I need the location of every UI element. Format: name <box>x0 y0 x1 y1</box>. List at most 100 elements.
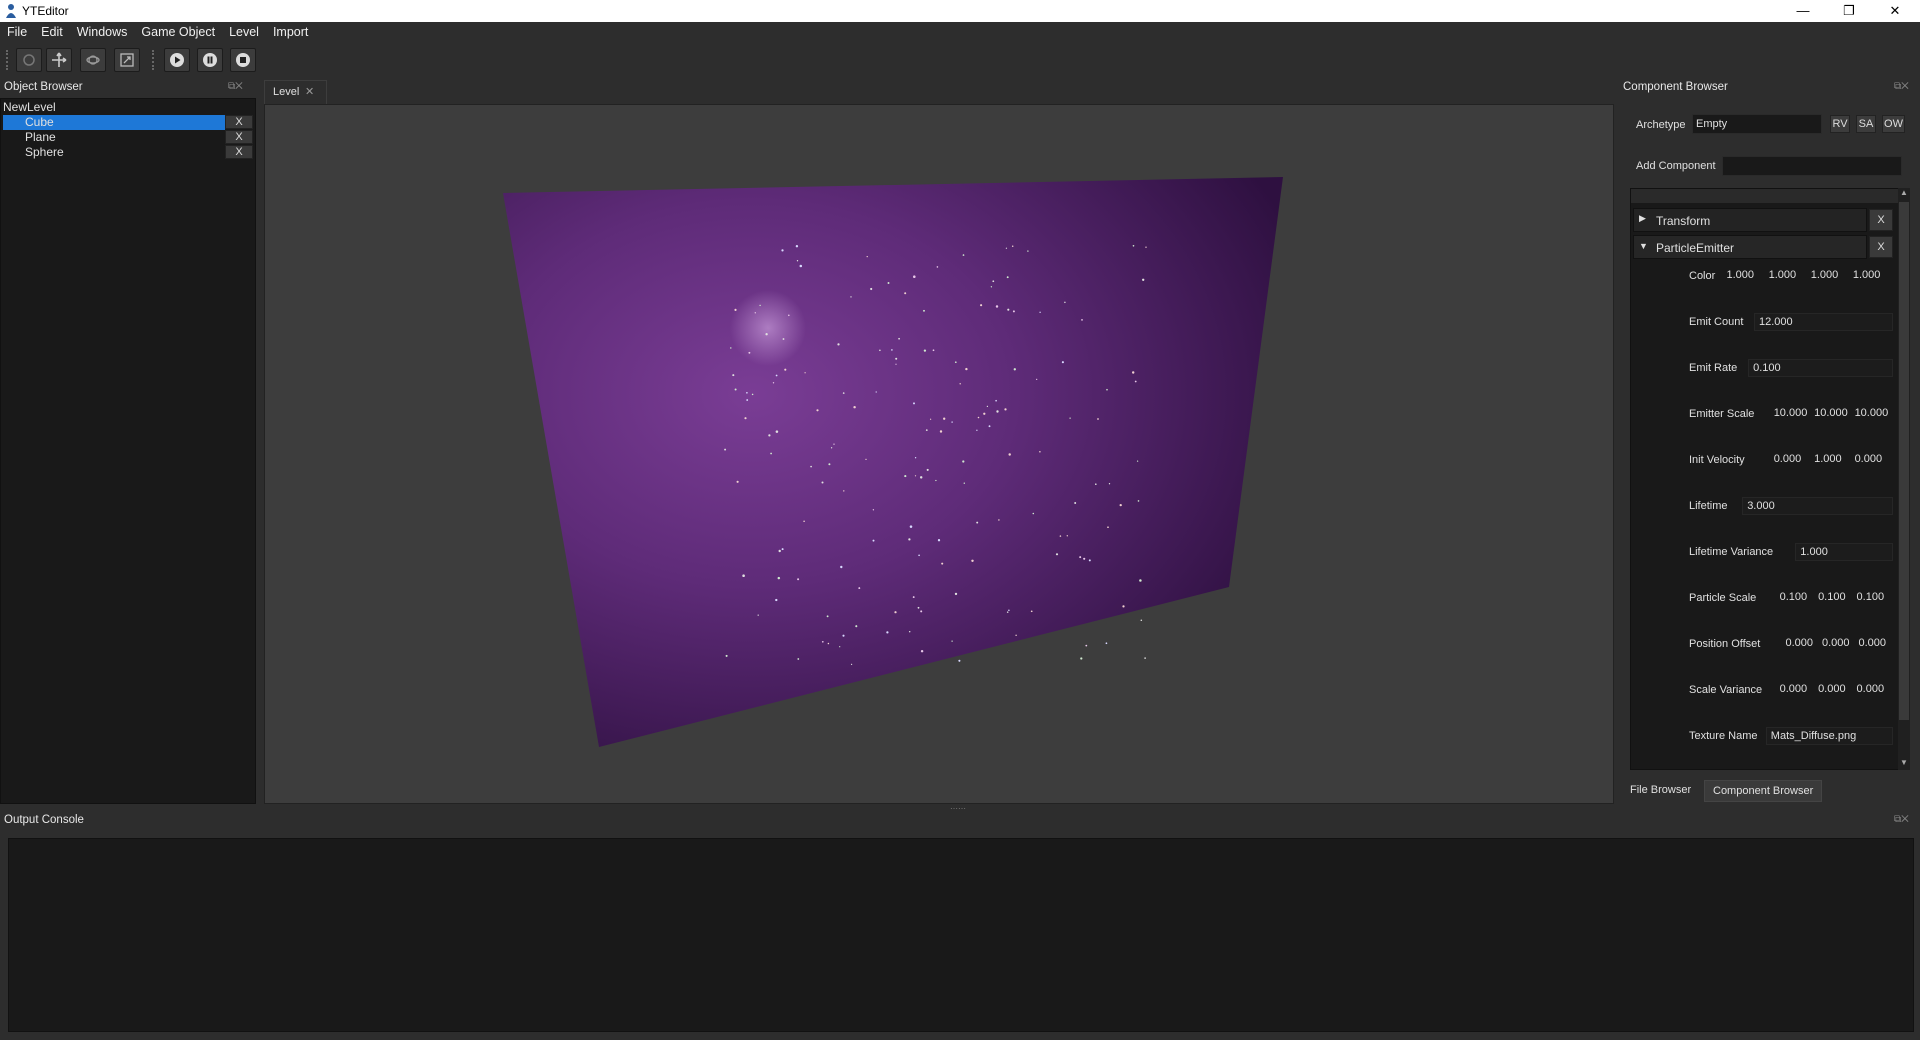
prop-field-init-velocity-2[interactable]: 0.000 <box>1853 451 1893 469</box>
particle <box>951 421 953 423</box>
particle <box>796 260 799 262</box>
window-title: YTEditor <box>22 4 69 18</box>
prop-field-scale-variance-2[interactable]: 0.000 <box>1855 681 1893 699</box>
particle <box>1074 502 1077 504</box>
prop-field-init-velocity-0[interactable]: 0.000 <box>1772 451 1812 469</box>
tree-item-sphere[interactable]: Sphere X <box>1 145 257 160</box>
pause-icon <box>203 53 217 67</box>
prop-field-particle-scale-0[interactable]: 0.100 <box>1778 589 1816 607</box>
add-component-input[interactable] <box>1722 156 1902 176</box>
delete-cube-button[interactable]: X <box>225 115 253 129</box>
particle <box>795 245 799 248</box>
prop-field-position-offset-2[interactable]: 0.000 <box>1857 635 1894 653</box>
component-header-transform[interactable]: ▶ Transform <box>1633 208 1867 232</box>
particle <box>782 338 785 340</box>
prop-label-lifetime-variance: Lifetime Variance <box>1689 546 1774 558</box>
circle-tool-icon <box>23 54 35 66</box>
tab-file-browser[interactable]: File Browser <box>1622 780 1699 802</box>
prop-field-position-offset-0[interactable]: 0.000 <box>1784 635 1821 653</box>
minimize-button[interactable]: — <box>1780 0 1826 22</box>
menu-game-object[interactable]: Game Object <box>134 22 222 42</box>
tab-component-browser[interactable]: Component Browser <box>1704 780 1823 802</box>
close-window-button[interactable]: ✕ <box>1872 0 1918 22</box>
tab-close-icon[interactable]: ✕ <box>305 85 314 98</box>
prop-field-scale-variance-1[interactable]: 0.000 <box>1816 681 1854 699</box>
tree-root[interactable]: NewLevel <box>1 100 257 115</box>
particle <box>925 429 928 431</box>
prop-field-color-2[interactable]: 1.000 <box>1809 267 1851 285</box>
select-tool-button[interactable] <box>16 48 42 72</box>
scene-viewport[interactable] <box>264 104 1614 804</box>
prop-field-scale-variance-0[interactable]: 0.000 <box>1778 681 1816 699</box>
particle <box>886 631 889 634</box>
particle <box>1139 579 1142 582</box>
move-tool-button[interactable] <box>46 48 72 72</box>
menu-windows[interactable]: Windows <box>70 22 135 42</box>
pause-button[interactable] <box>197 48 223 72</box>
tab-level[interactable]: Level ✕ <box>264 80 327 104</box>
delete-plane-button[interactable]: X <box>225 130 253 144</box>
ow-button[interactable]: OW <box>1882 115 1905 133</box>
particle <box>954 592 958 596</box>
prop-field-position-offset-1[interactable]: 0.000 <box>1820 635 1857 653</box>
purple-plane[interactable] <box>503 177 1283 747</box>
maximize-button[interactable]: ❐ <box>1826 0 1872 22</box>
menu-file[interactable]: File <box>0 22 34 42</box>
output-console[interactable] <box>8 838 1914 1032</box>
dock-float-close-icon[interactable]: ⧉✕ <box>1894 81 1909 92</box>
stop-button[interactable] <box>230 48 256 72</box>
collapse-arrow-icon[interactable]: ▼ <box>1639 241 1648 251</box>
list-header <box>1631 189 1899 203</box>
menu-import[interactable]: Import <box>266 22 315 42</box>
sa-button[interactable]: SA <box>1856 115 1876 133</box>
component-list: ▶ Transform X ▼ ParticleEmitter X Color 1… <box>1630 188 1900 770</box>
prop-field-color-0[interactable]: 1.000 <box>1725 267 1767 285</box>
scene-render[interactable] <box>265 105 1615 805</box>
prop-field-emitter-scale-1[interactable]: 10.000 <box>1812 405 1852 423</box>
dock-float-close-icon[interactable]: ⧉✕ <box>1894 814 1909 825</box>
particle <box>853 405 856 409</box>
menu-edit[interactable]: Edit <box>34 22 70 42</box>
expand-arrow-icon[interactable]: ▶ <box>1639 213 1646 224</box>
prop-field-particle-scale-2[interactable]: 0.100 <box>1855 589 1893 607</box>
component-scrollbar[interactable]: ▲ ▼ <box>1898 188 1910 770</box>
scale-tool-button[interactable] <box>114 48 140 72</box>
play-button[interactable] <box>164 48 190 72</box>
prop-field-emitter-scale-2[interactable]: 10.000 <box>1853 405 1893 423</box>
toolbar-grip[interactable] <box>6 50 10 70</box>
tree-item-plane[interactable]: Plane X <box>1 130 257 145</box>
particle <box>995 399 997 402</box>
prop-field-init-velocity-1[interactable]: 1.000 <box>1812 451 1852 469</box>
rv-button[interactable]: RV <box>1830 115 1850 133</box>
scroll-down-icon[interactable]: ▼ <box>1900 758 1908 767</box>
prop-field-emit-count[interactable]: 12.000 <box>1754 313 1893 331</box>
component-header-particleemitter[interactable]: ▼ ParticleEmitter <box>1633 235 1867 259</box>
particle <box>923 309 925 312</box>
tree-item-cube[interactable]: Cube X <box>1 115 257 130</box>
prop-field-emitter-scale-0[interactable]: 10.000 <box>1772 405 1812 423</box>
particle <box>895 357 898 360</box>
particle <box>913 402 915 405</box>
particle <box>872 509 875 511</box>
dock-float-close-icon[interactable]: ⧉✕ <box>228 81 243 92</box>
prop-field-color-1[interactable]: 1.000 <box>1767 267 1809 285</box>
delete-sphere-button[interactable]: X <box>225 145 253 159</box>
prop-field-lifetime-variance[interactable]: 1.000 <box>1795 543 1893 561</box>
particle <box>1106 388 1108 391</box>
scroll-up-icon[interactable]: ▲ <box>1900 188 1908 197</box>
particle <box>976 521 979 524</box>
rotate-tool-button[interactable] <box>80 48 106 72</box>
remove-particleemitter-button[interactable]: X <box>1869 236 1893 258</box>
prop-field-particle-scale-1[interactable]: 0.100 <box>1816 589 1854 607</box>
particle <box>1006 276 1009 279</box>
prop-field-lifetime[interactable]: 3.000 <box>1742 497 1893 515</box>
scroll-thumb[interactable] <box>1899 202 1909 720</box>
toolbar-grip[interactable] <box>152 50 156 70</box>
menu-level[interactable]: Level <box>222 22 266 42</box>
splitter-handle[interactable]: ⋯⋯ <box>950 804 966 813</box>
prop-field-color-3[interactable]: 1.000 <box>1851 267 1893 285</box>
remove-transform-button[interactable]: X <box>1869 209 1893 231</box>
archetype-input[interactable]: Empty <box>1692 114 1822 134</box>
prop-field-emit-rate[interactable]: 0.100 <box>1748 359 1893 377</box>
prop-field-texture-name[interactable]: Mats_Diffuse.png <box>1765 727 1893 745</box>
